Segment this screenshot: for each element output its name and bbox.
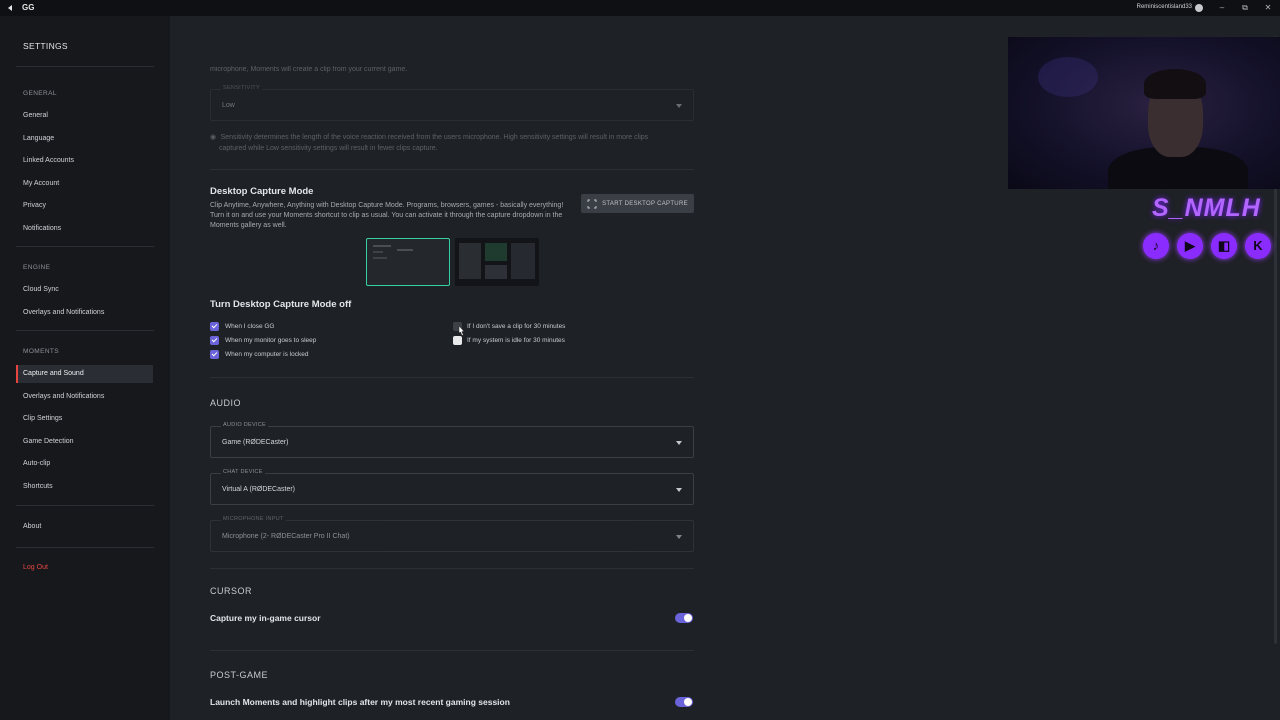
computer-locked-checkbox[interactable] — [210, 350, 219, 359]
sidebar-divider — [16, 246, 154, 247]
start-desktop-capture-button[interactable]: START DESKTOP CAPTURE — [581, 194, 694, 213]
turn-off-title: Turn Desktop Capture Mode off — [210, 299, 352, 310]
sidebar-item-about[interactable]: About — [16, 518, 153, 536]
sensitivity-label: SENSITIVITY — [221, 85, 262, 91]
no-clip-30-label: If I don't save a clip for 30 minutes — [467, 323, 566, 330]
restore-button[interactable]: ⧉ — [1239, 2, 1251, 14]
chevron-down-icon — [676, 535, 682, 539]
microphone-input-label: MICROPHONE INPUT — [221, 516, 286, 522]
sidebar-item-cloud-sync[interactable]: Cloud Sync — [16, 281, 153, 299]
launch-moments-toggle[interactable] — [675, 697, 693, 707]
sidebar-item-notifications[interactable]: Notifications — [16, 220, 153, 238]
chevron-down-icon — [676, 488, 682, 492]
computer-locked-label: When my computer is locked — [225, 351, 309, 358]
sidebar-divider — [16, 66, 154, 67]
section-general: GENERAL — [23, 90, 57, 97]
sidebar-item-privacy[interactable]: Privacy — [16, 197, 153, 215]
section-divider — [210, 169, 694, 170]
post-game-section-title: POST-GAME — [210, 670, 269, 680]
gg-logo-icon — [8, 5, 12, 11]
sensitivity-note-text-2: captured while Low sensitivity settings … — [219, 145, 438, 152]
sidebar-item-shortcuts[interactable]: Shortcuts — [16, 478, 153, 496]
desktop-capture-description: Clip Anytime, Anywhere, Anything with De… — [210, 202, 564, 229]
streamer-brand: S_NMLH — [1152, 194, 1261, 222]
section-engine: ENGINE — [23, 264, 51, 271]
sidebar-divider — [16, 547, 154, 548]
minimize-button[interactable]: – — [1216, 2, 1228, 14]
sidebar-item-general[interactable]: General — [16, 107, 153, 125]
launch-moments-label: Launch Moments and highlight clips after… — [210, 697, 510, 707]
tiktok-icon: ♪ — [1143, 233, 1169, 259]
sidebar-divider — [16, 330, 154, 331]
desktop-capture-title: Desktop Capture Mode — [210, 186, 314, 197]
youtube-icon: ▶ — [1177, 233, 1203, 259]
sidebar-item-game-detection[interactable]: Game Detection — [16, 433, 153, 451]
sensitivity-note: ◉ Sensitivity determines the length of t… — [210, 126, 700, 154]
webcam-overlay — [1008, 37, 1280, 189]
audio-device-select[interactable]: AUDIO DEVICE Game (RØDECaster) — [210, 422, 694, 458]
start-desktop-capture-label: START DESKTOP CAPTURE — [602, 200, 688, 207]
audio-device-value: Game (RØDECaster) — [222, 439, 289, 446]
sidebar: SETTINGS GENERAL General Language Linked… — [0, 16, 170, 720]
section-moments: MOMENTS — [23, 348, 60, 355]
avatar[interactable] — [1195, 4, 1203, 12]
capture-cursor-toggle[interactable] — [675, 613, 693, 623]
microphone-input-value: Microphone (2- RØDECaster Pro II Chat) — [222, 533, 350, 540]
sidebar-item-language[interactable]: Language — [16, 130, 153, 148]
sensitivity-note-text: Sensitivity determines the length of the… — [220, 134, 649, 141]
section-divider — [210, 377, 694, 378]
cursor-section-title: CURSOR — [210, 586, 253, 596]
audio-device-label: AUDIO DEVICE — [221, 422, 269, 428]
title-bar: GG Reminiscentisland33 – ⧉ ✕ — [0, 0, 1280, 16]
close-gg-checkbox[interactable] — [210, 322, 219, 331]
twitch-icon: ◧ — [1211, 233, 1237, 259]
audio-section-title: AUDIO — [210, 398, 242, 408]
kick-icon: K — [1245, 233, 1271, 259]
sidebar-item-clip-settings[interactable]: Clip Settings — [16, 410, 153, 428]
chat-device-label: CHAT DEVICE — [221, 469, 265, 475]
section-divider — [210, 568, 694, 569]
chevron-down-icon — [676, 104, 682, 108]
fullscreen-icon — [587, 199, 597, 208]
capture-mode-thumbnail[interactable] — [455, 238, 539, 286]
monitor-sleep-label: When my monitor goes to sleep — [225, 337, 317, 344]
section-divider — [210, 650, 694, 651]
voice-intro-text: microphone, Moments will create a clip f… — [210, 66, 408, 73]
mouse-cursor-icon — [458, 325, 465, 336]
idle-30-checkbox[interactable] — [453, 336, 462, 345]
close-button[interactable]: ✕ — [1262, 2, 1274, 14]
sensitivity-value: Low — [222, 102, 235, 109]
chat-device-select[interactable]: CHAT DEVICE Virtual A (RØDECaster) — [210, 469, 694, 505]
chat-device-value: Virtual A (RØDECaster) — [222, 486, 296, 493]
info-icon: ◉ — [210, 134, 217, 141]
close-gg-label: When I close GG — [225, 323, 275, 330]
capture-mode-thumbnail-selected[interactable] — [366, 238, 450, 286]
app-title: GG — [22, 3, 35, 12]
sidebar-item-linked-accounts[interactable]: Linked Accounts — [16, 152, 153, 170]
sidebar-item-auto-clip[interactable]: Auto-clip — [16, 455, 153, 473]
sensitivity-select[interactable]: SENSITIVITY Low — [210, 85, 694, 121]
username[interactable]: Reminiscentisland33 — [1137, 4, 1192, 10]
sidebar-divider — [16, 505, 154, 506]
chevron-down-icon — [676, 441, 682, 445]
sidebar-item-capture-and-sound[interactable]: Capture and Sound — [16, 365, 153, 383]
settings-title: SETTINGS — [23, 41, 68, 51]
capture-cursor-label: Capture my in-game cursor — [210, 613, 321, 623]
microphone-input-select[interactable]: MICROPHONE INPUT Microphone (2- RØDECast… — [210, 516, 694, 552]
sidebar-item-overlays-moments[interactable]: Overlays and Notifications — [16, 388, 153, 406]
log-out-button[interactable]: Log Out — [16, 559, 153, 577]
sidebar-item-my-account[interactable]: My Account — [16, 175, 153, 193]
sidebar-item-overlays-engine[interactable]: Overlays and Notifications — [16, 304, 153, 322]
monitor-sleep-checkbox[interactable] — [210, 336, 219, 345]
idle-30-label: If my system is idle for 30 minutes — [467, 337, 565, 344]
